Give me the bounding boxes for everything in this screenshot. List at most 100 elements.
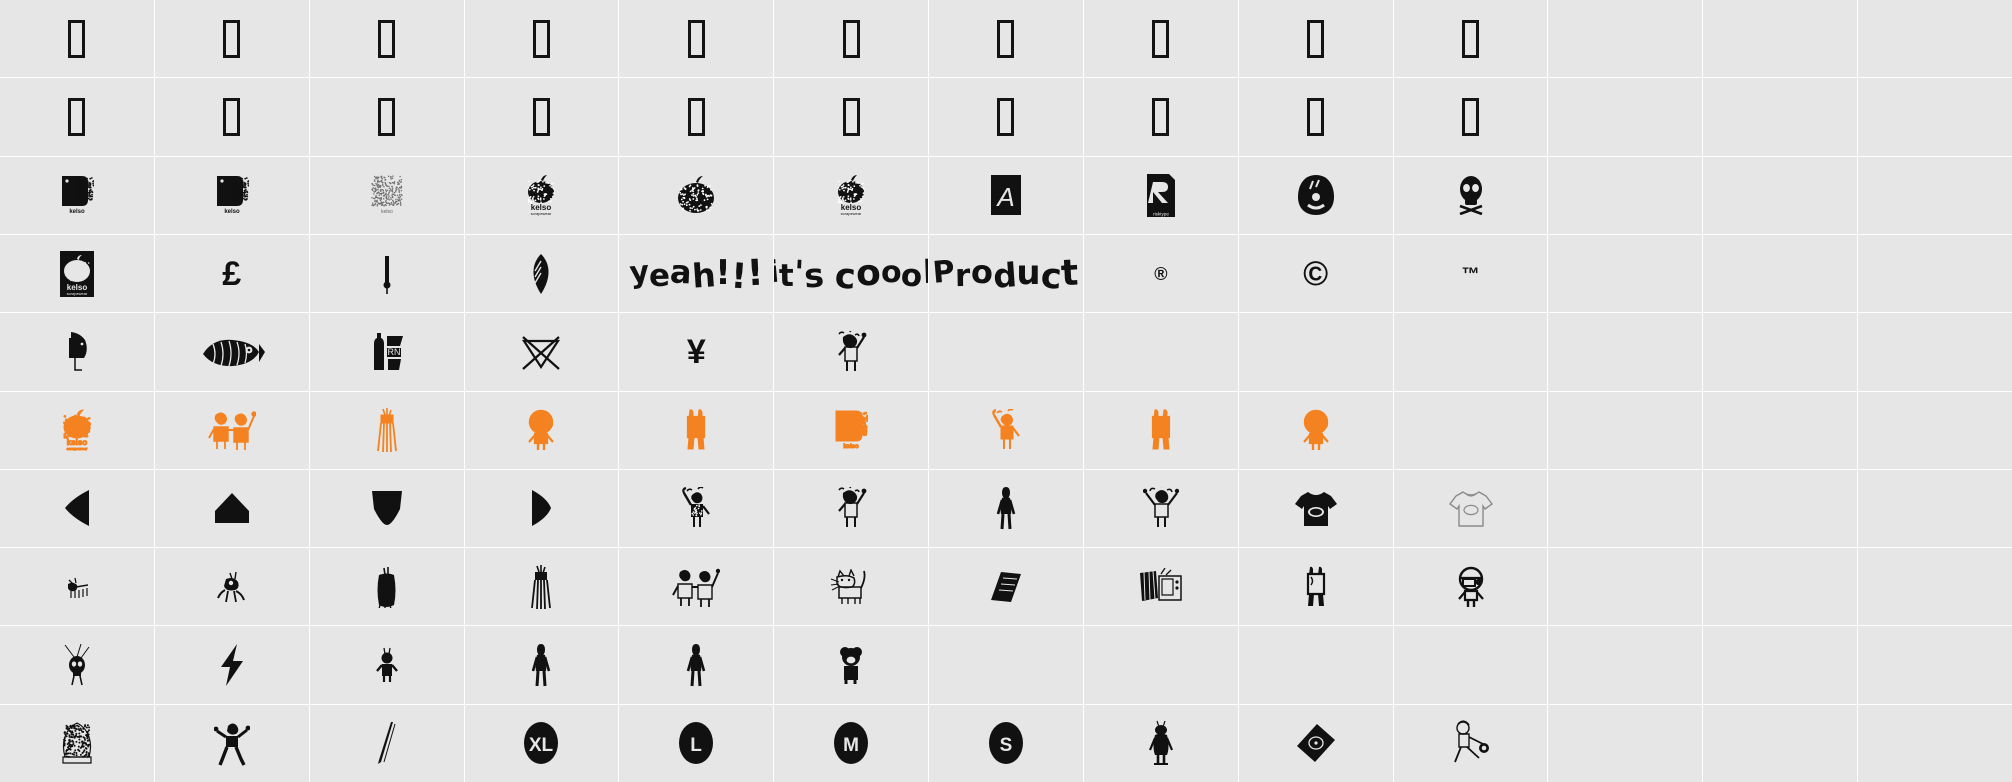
- notdef-box[interactable]: [1393, 78, 1548, 156]
- character-map-grid[interactable]: kelso kelso kelso kelso scrapewear kelso scrap…: [0, 0, 2012, 782]
- registered-sign-glyph[interactable]: ®: [1083, 234, 1238, 313]
- cheering-person-glyph[interactable]: [774, 313, 929, 391]
- kelso-tag-outline-glyph[interactable]: kelso: [309, 156, 464, 234]
- tassel-glyph[interactable]: [309, 548, 464, 626]
- kicking-person-glyph[interactable]: [1393, 704, 1548, 782]
- standing-person-glyph[interactable]: [929, 469, 1083, 548]
- tshirt-outline-glyph[interactable]: [1393, 469, 1548, 548]
- pound-sign-glyph[interactable]: £: [154, 234, 309, 313]
- small-figure-glyph[interactable]: [309, 626, 464, 704]
- notdef-box[interactable]: [1083, 0, 1238, 78]
- apple-label-box-glyph[interactable]: kelso scrapewear: [0, 234, 154, 313]
- size-s-badge-glyph[interactable]: S: [929, 704, 1083, 782]
- tshirt-black-glyph[interactable]: [1238, 469, 1393, 548]
- small-creature-glyph[interactable]: [154, 548, 309, 626]
- bunny-bag-glyph-orange[interactable]: [619, 391, 774, 469]
- standing-person-glyph[interactable]: [464, 626, 619, 704]
- copyright-sign-glyph[interactable]: ©: [1238, 234, 1393, 313]
- apple-wordmark-glyph-orange-mark: kelso scrapewear: [57, 409, 97, 451]
- notdef-box[interactable]: [0, 78, 154, 156]
- bear-figure-glyph[interactable]: [774, 626, 929, 704]
- yeah-lettering-glyph[interactable]: yeah!!!: [619, 234, 774, 313]
- alien-figure-glyph[interactable]: [1083, 704, 1238, 782]
- size-xl-badge-glyph[interactable]: XL: [464, 704, 619, 782]
- notdef-box[interactable]: [619, 78, 774, 156]
- apple-solid-glyph[interactable]: [619, 156, 774, 234]
- triangle-down-glyph[interactable]: [309, 469, 464, 548]
- kelso-tag-logo-glyph[interactable]: kelso: [0, 156, 154, 234]
- two-people-glyph[interactable]: [619, 548, 774, 626]
- empty-cell: [1548, 313, 1703, 391]
- notdef-box[interactable]: [774, 78, 929, 156]
- helmet-person-glyph-orange[interactable]: [464, 391, 619, 469]
- kelso-tag-logo-glyph-orange[interactable]: kelso: [774, 391, 929, 469]
- letter-a-box-glyph[interactable]: A: [929, 156, 1083, 234]
- tassel-glyph-mark: [528, 564, 554, 610]
- notdef-box[interactable]: [1393, 0, 1548, 78]
- notdef-box[interactable]: [0, 0, 154, 78]
- pound-sign-glyph-mark: £: [222, 254, 242, 293]
- yen-sign-glyph[interactable]: ¥: [619, 313, 774, 391]
- cat-glyph[interactable]: [774, 548, 929, 626]
- thin-figure-glyph[interactable]: [309, 234, 464, 313]
- empty-cell: [1858, 313, 2012, 391]
- kelso-tag-logo-glyph[interactable]: kelso: [154, 156, 309, 234]
- notdef-box[interactable]: [1083, 78, 1238, 156]
- apple-wordmark-glyph[interactable]: kelso scrapewear: [774, 156, 929, 234]
- product-lettering-glyph[interactable]: Product: [929, 234, 1083, 313]
- triangle-right-glyph[interactable]: [464, 469, 619, 548]
- leaf-shell-glyph[interactable]: [464, 234, 619, 313]
- its-coool-lettering-glyph[interactable]: it's coool: [774, 234, 929, 313]
- small-insect-glyph[interactable]: [0, 548, 154, 626]
- cheering-person-glyph[interactable]: [774, 469, 929, 548]
- arm-raise-person-glyph-orange[interactable]: [929, 391, 1083, 469]
- apple-wordmark-glyph[interactable]: kelso scrapewear: [464, 156, 619, 234]
- notdef-box[interactable]: [154, 0, 309, 78]
- notdef-box[interactable]: [464, 0, 619, 78]
- hedgehog-glyph[interactable]: [0, 704, 154, 782]
- bottle-born-glyph-mark: RN: [368, 330, 406, 374]
- notdef-box[interactable]: [464, 78, 619, 156]
- no-bleach-symbol-glyph[interactable]: [464, 313, 619, 391]
- lightning-bolt-glyph[interactable]: [154, 626, 309, 704]
- blob-face-glyph[interactable]: [1238, 156, 1393, 234]
- empty-cell: [1858, 548, 2012, 626]
- diamond-record-glyph[interactable]: [1238, 704, 1393, 782]
- fish-glyph[interactable]: [154, 313, 309, 391]
- notdef-box[interactable]: [154, 78, 309, 156]
- notdef-box[interactable]: [929, 0, 1083, 78]
- bunny-bag-glyph-orange[interactable]: [1083, 391, 1238, 469]
- skull-crossbones-glyph[interactable]: [1393, 156, 1548, 234]
- standing-person-glyph[interactable]: [619, 626, 774, 704]
- notdef-box[interactable]: [1238, 78, 1393, 156]
- apple-wordmark-glyph-orange[interactable]: kelso scrapewear: [0, 391, 154, 469]
- two-people-glyph-orange[interactable]: [154, 391, 309, 469]
- size-l-badge-glyph[interactable]: L: [619, 704, 774, 782]
- notdef-box[interactable]: [309, 0, 464, 78]
- yen-sign-glyph-mark: ¥: [686, 332, 706, 371]
- bottle-born-glyph[interactable]: RN: [309, 313, 464, 391]
- notdef-box[interactable]: [774, 0, 929, 78]
- needle-glyph[interactable]: [309, 704, 464, 782]
- helmet-person-glyph[interactable]: [1393, 548, 1548, 626]
- helmet-person-glyph-orange[interactable]: [1238, 391, 1393, 469]
- notdef-box[interactable]: [619, 0, 774, 78]
- dark-parallelogram-glyph[interactable]: [929, 548, 1083, 626]
- notdef-box[interactable]: [309, 78, 464, 156]
- risktype-r-logo-glyph[interactable]: risktype: [1083, 156, 1238, 234]
- bunny-bag-glyph[interactable]: [1238, 548, 1393, 626]
- arms-up-person-glyph[interactable]: [1083, 469, 1238, 548]
- skull-spark-glyph[interactable]: [0, 626, 154, 704]
- bird-figure-glyph[interactable]: [0, 313, 154, 391]
- arm-raise-person-glyph[interactable]: [619, 469, 774, 548]
- notdef-box[interactable]: [929, 78, 1083, 156]
- tv-set-glyph[interactable]: [1083, 548, 1238, 626]
- tassel-glyph-orange[interactable]: [309, 391, 464, 469]
- tassel-glyph[interactable]: [464, 548, 619, 626]
- dancing-person-glyph[interactable]: [154, 704, 309, 782]
- triangle-up-glyph[interactable]: [154, 469, 309, 548]
- notdef-box[interactable]: [1238, 0, 1393, 78]
- size-m-badge-glyph[interactable]: M: [774, 704, 929, 782]
- triangle-left-glyph[interactable]: [0, 469, 154, 548]
- trademark-sign-glyph[interactable]: ™: [1393, 234, 1548, 313]
